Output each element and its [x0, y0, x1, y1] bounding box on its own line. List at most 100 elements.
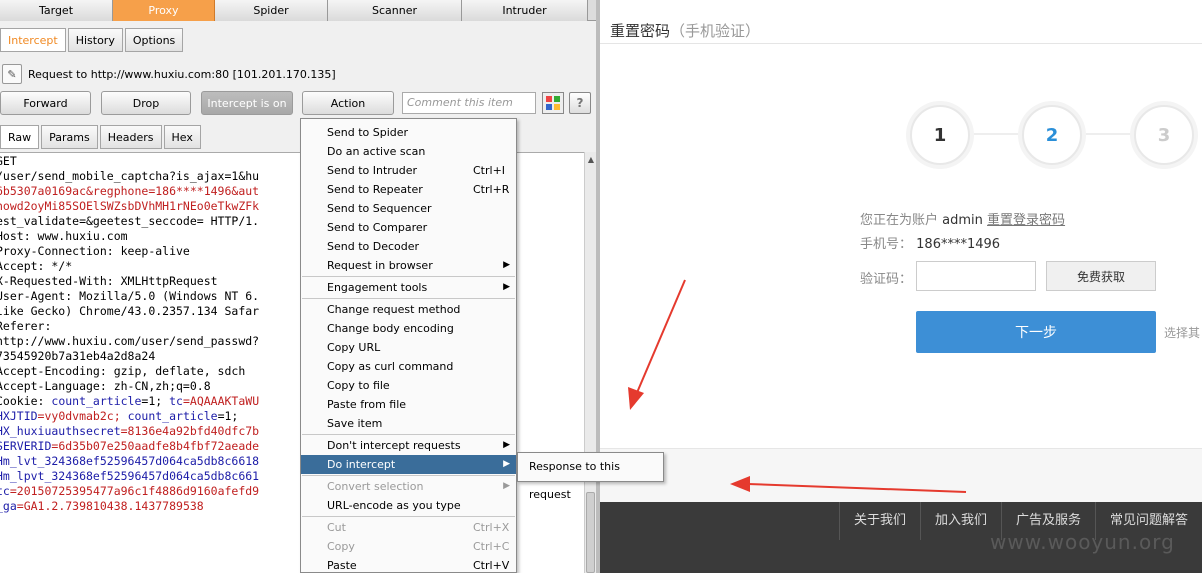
request-token: =20150725395477a96c1f4886d9160afefd9 — [9, 484, 260, 498]
footer-link[interactable]: 加入我们 — [919, 502, 1001, 540]
menu-item-change-request-method[interactable]: Change request method — [301, 300, 516, 319]
tab-scanner[interactable]: Scanner — [328, 0, 462, 21]
drop-button[interactable]: Drop — [101, 91, 191, 115]
reset-password-link[interactable]: 重置登录密码 — [987, 213, 1065, 228]
color-grid-icon[interactable] — [542, 92, 564, 114]
tab-params[interactable]: Params — [41, 125, 98, 149]
menu-item-send-to-sequencer[interactable]: Send to Sequencer — [301, 199, 516, 218]
request-line: SERVERID=6d35b07e250aadfe8b4fbf72aeade — [0, 439, 259, 454]
menu-item-do-intercept[interactable]: Do intercept ▶ — [301, 455, 516, 474]
tab-spider[interactable]: Spider — [215, 0, 328, 21]
request-token: count_article — [127, 409, 218, 423]
menu-item-cut: Cut Ctrl+X — [301, 518, 516, 537]
request-token: =8136e4a92bfd40dfc7b — [120, 424, 260, 438]
request-token: 6b5307a0169ac&regphone=186****1496&aut — [0, 184, 260, 198]
scrollbar-thumb[interactable] — [586, 492, 595, 573]
menu-item-label: Paste — [327, 559, 357, 572]
request-token: _ga — [0, 499, 17, 513]
menu-item-copy-as-curl-command[interactable]: Copy as curl command — [301, 357, 516, 376]
menu-item-label: Paste from file — [327, 398, 407, 411]
request-token: =1; — [217, 409, 239, 423]
editor-scrollbar[interactable]: ▲ — [584, 152, 596, 573]
pencil-icon[interactable]: ✎ — [2, 64, 22, 84]
menu-item-send-to-repeater[interactable]: Send to Repeater Ctrl+R — [301, 180, 516, 199]
request-token: X-Requested-With: XMLHttpRequest — [0, 274, 218, 288]
forward-button[interactable]: Forward — [0, 91, 91, 115]
menu-item-label: Convert selection — [327, 480, 424, 493]
menu-item-request-in-browser[interactable]: Request in browser ▶ — [301, 256, 516, 275]
request-line: Hm_lpvt_324368ef52596457d064ca5db8c661 — [0, 469, 259, 484]
menu-shortcut: Ctrl+I — [473, 164, 506, 177]
request-line: HXJTID=vy0dvmab2c; count_article=1; — [0, 409, 238, 424]
phone-value: 186****1496 — [916, 237, 1001, 252]
menu-item-engagement-tools[interactable]: Engagement tools ▶ — [301, 278, 516, 297]
menu-item-send-to-spider[interactable]: Send to Spider — [301, 123, 516, 142]
request-token: Proxy-Connection: keep-alive — [0, 244, 190, 258]
code-input[interactable] — [916, 261, 1036, 291]
tab-target[interactable]: Target — [0, 0, 113, 21]
red-arrow-icon — [628, 279, 686, 410]
tab-headers[interactable]: Headers — [99, 125, 162, 149]
menu-shortcut: Ctrl+C — [473, 540, 510, 553]
tab-raw[interactable]: Raw — [0, 125, 40, 149]
menu-shortcut: Ctrl+V — [473, 559, 510, 572]
footer-link[interactable]: 关于我们 — [838, 502, 920, 540]
title-sub: （手机验证） — [670, 22, 761, 40]
next-button[interactable]: 下一步 — [916, 311, 1156, 353]
menu-item-save-item[interactable]: Save item — [301, 414, 516, 433]
get-code-button[interactable]: 免费获取 — [1046, 261, 1156, 291]
code-label: 验证码： — [860, 272, 913, 287]
intercept-toggle-button[interactable]: Intercept is on — [201, 91, 293, 115]
step-connector — [1082, 133, 1134, 135]
step-connector — [970, 133, 1022, 135]
step-2: 2 — [1022, 105, 1082, 165]
menu-item-send-to-comparer[interactable]: Send to Comparer — [301, 218, 516, 237]
menu-item-change-body-encoding[interactable]: Change body encoding — [301, 319, 516, 338]
menu-item-don-t-intercept-requests[interactable]: Don't intercept requests ▶ — [301, 436, 516, 455]
menu-item-copy-url[interactable]: Copy URL — [301, 338, 516, 357]
request-token: http://www.huxiu.com/user/send_passwd? — [0, 334, 260, 348]
tab-history[interactable]: History — [67, 28, 123, 52]
tab-proxy[interactable]: Proxy — [113, 0, 215, 21]
submenu-arrow-icon: ▶ — [503, 282, 510, 292]
request-line: Host: www.huxiu.com — [0, 229, 128, 244]
submenu-arrow-icon: ▶ — [503, 481, 510, 491]
menu-item-url-encode-as-you-type[interactable]: URL-encode as you type — [301, 496, 516, 515]
menu-item-label: Do an active scan — [327, 145, 426, 158]
menu-shortcut: Ctrl+X — [473, 521, 510, 534]
action-button[interactable]: Action — [302, 91, 394, 115]
do-intercept-submenu: Response to this request — [517, 452, 664, 501]
menu-item-paste-from-file[interactable]: Paste from file — [301, 395, 516, 414]
tab-hex[interactable]: Hex — [163, 125, 201, 149]
request-token: HX_huxiuauthsecret — [0, 424, 121, 438]
tab-intercept[interactable]: Intercept — [0, 28, 66, 52]
menu-item-paste[interactable]: Paste Ctrl+V — [301, 556, 516, 573]
request-line: _ga=GA1.2.739810438.1437789538 — [0, 499, 204, 514]
menu-item-do-an-active-scan[interactable]: Do an active scan — [301, 142, 516, 161]
info-prefix: 您正在为账户 — [860, 213, 939, 228]
menu-separator — [302, 298, 515, 299]
menu-item-convert-selection: Convert selection ▶ — [301, 477, 516, 496]
request-token: =vy0dvmab2c; — [37, 409, 128, 423]
page-title: 重置密码（手机验证） — [610, 20, 760, 41]
request-token: =1; — [141, 394, 170, 408]
help-icon[interactable]: ? — [569, 92, 591, 114]
menu-item-label: Cut — [327, 521, 346, 534]
phone-label: 手机号： — [860, 237, 913, 252]
menu-item-send-to-decoder[interactable]: Send to Decoder — [301, 237, 516, 256]
menu-item-send-to-intruder[interactable]: Send to Intruder Ctrl+I — [301, 161, 516, 180]
request-line: tc=20150725395477a96c1f4886d9160afefd9 — [0, 484, 259, 499]
menu-item-label: Send to Comparer — [327, 221, 428, 234]
tab-intruder[interactable]: Intruder — [462, 0, 588, 21]
request-token: Hm_lpvt_324368ef52596457d064ca5db8c661 — [0, 469, 260, 483]
scroll-up-icon[interactable]: ▲ — [585, 152, 596, 166]
request-token: Accept-Encoding: gzip, deflate, sdch — [0, 364, 246, 378]
tab-options[interactable]: Options — [124, 28, 184, 52]
other-option-link[interactable]: 选择其 — [1164, 324, 1200, 341]
request-token: tc — [0, 484, 10, 498]
request-line: HX_huxiuauthsecret=8136e4a92bfd40dfc7b — [0, 424, 259, 439]
request-info: Request to http://www.huxiu.com:80 [101.… — [28, 67, 336, 81]
comment-input[interactable]: Comment this item — [402, 92, 536, 114]
submenu-arrow-icon: ▶ — [503, 260, 510, 270]
menu-item-copy-to-file[interactable]: Copy to file — [301, 376, 516, 395]
